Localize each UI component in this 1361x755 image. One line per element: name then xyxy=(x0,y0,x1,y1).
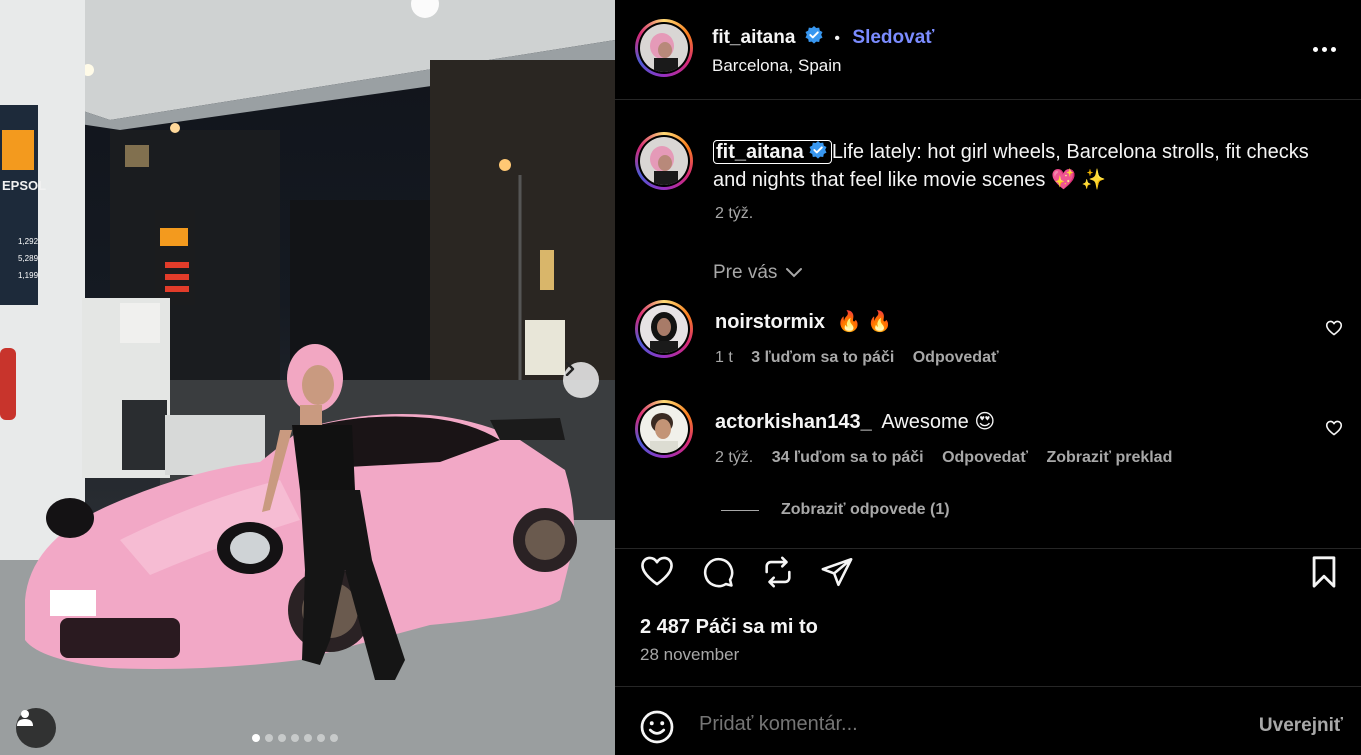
caption-username-wrap[interactable]: fit_aitana xyxy=(713,140,832,164)
post-details-panel: fit_aitana • Sledovať Barcelona, Spain f… xyxy=(615,0,1361,755)
comment-meta: 1 t 3 ľuďom sa to páči Odpovedať xyxy=(715,349,999,367)
comment: actorkishan143_ Awesome 😍 xyxy=(715,409,995,434)
carousel-dot xyxy=(278,734,286,742)
comment-text: 🔥 🔥 xyxy=(836,311,892,333)
repost-icon[interactable] xyxy=(761,555,795,589)
comment-meta: 2 týž. 34 ľuďom sa to páči Odpovedať Zob… xyxy=(715,449,1172,467)
avatar-image xyxy=(640,405,688,453)
comment-avatar[interactable] xyxy=(635,300,693,358)
comment-sort-label: Pre vás xyxy=(713,262,778,283)
caption: fit_aitana Life lately: hot girl wheels,… xyxy=(713,138,1333,194)
post-photo: EPSOL 1,292 5,289 1,199 xyxy=(0,0,615,755)
svg-text:1,292: 1,292 xyxy=(18,237,39,246)
carousel-dot xyxy=(291,734,299,742)
verified-badge-icon xyxy=(805,26,823,44)
next-image-button[interactable] xyxy=(563,362,599,398)
post-comment-button[interactable]: Uverejniť xyxy=(1259,715,1343,737)
svg-text:5,289: 5,289 xyxy=(18,254,39,263)
user-icon xyxy=(17,710,33,726)
post-actions-bar xyxy=(615,548,1361,598)
comment-input[interactable] xyxy=(699,713,1229,736)
svg-text:1,199: 1,199 xyxy=(18,271,39,280)
comment-likes[interactable]: 3 ľuďom sa to páči xyxy=(751,349,894,366)
comment-time[interactable]: 1 t xyxy=(715,349,733,366)
carousel-dot xyxy=(304,734,312,742)
location-link[interactable]: Barcelona, Spain xyxy=(712,56,841,76)
comment-avatar[interactable] xyxy=(635,400,693,458)
comment-text: Awesome 😍 xyxy=(881,411,996,433)
caption-time[interactable]: 2 týž. xyxy=(715,205,753,223)
replies-divider xyxy=(721,509,759,511)
post-date[interactable]: 28 november xyxy=(640,645,739,665)
comment-time[interactable]: 2 týž. xyxy=(715,449,753,466)
comment-likes[interactable]: 34 ľuďom sa to páči xyxy=(772,449,924,466)
avatar[interactable] xyxy=(635,19,693,77)
post-header: fit_aitana • Sledovať Barcelona, Spain xyxy=(615,0,1361,100)
comment-sort-dropdown[interactable]: Pre vás xyxy=(713,262,803,284)
caption-username[interactable]: fit_aitana xyxy=(716,141,804,163)
emoji-icon[interactable] xyxy=(639,709,675,745)
likes-count[interactable]: 2 487 Páči sa mi to xyxy=(640,616,818,639)
verified-badge-icon xyxy=(809,141,827,159)
carousel-dot xyxy=(252,734,260,742)
more-dot-icon xyxy=(1330,46,1336,52)
caption-avatar[interactable] xyxy=(635,132,693,190)
more-options-button[interactable] xyxy=(1309,38,1339,60)
add-comment-bar: Uverejniť xyxy=(615,686,1361,755)
share-send-icon[interactable] xyxy=(820,555,854,589)
comment-reply-button[interactable]: Odpovedať xyxy=(942,449,1028,466)
header-username[interactable]: fit_aitana xyxy=(712,27,795,48)
like-comment-heart-icon[interactable] xyxy=(1325,420,1343,436)
svg-text:EPSOL: EPSOL xyxy=(2,178,46,193)
carousel-dots xyxy=(252,734,338,742)
carousel-dot xyxy=(330,734,338,742)
header-separator: • xyxy=(834,30,840,47)
carousel-dot xyxy=(317,734,325,742)
more-dot-icon xyxy=(1321,46,1327,52)
avatar-image xyxy=(640,305,688,353)
avatar-image xyxy=(640,24,688,72)
carousel-dot xyxy=(265,734,273,742)
tagged-users-button[interactable] xyxy=(16,708,56,748)
save-bookmark-icon[interactable] xyxy=(1309,555,1339,589)
view-replies-button[interactable]: Zobraziť odpovede (1) xyxy=(721,501,950,519)
avatar-image xyxy=(640,137,688,185)
comment-username[interactable]: actorkishan143_ xyxy=(715,411,872,433)
comment-bubble-icon[interactable] xyxy=(701,555,735,589)
more-dot-icon xyxy=(1312,46,1318,52)
comment-username[interactable]: noirstormix xyxy=(715,311,825,333)
translate-button[interactable]: Zobraziť preklad xyxy=(1046,449,1172,466)
like-heart-icon[interactable] xyxy=(639,555,675,587)
chevron-down-icon xyxy=(786,268,803,278)
like-comment-heart-icon[interactable] xyxy=(1325,320,1343,336)
view-replies-label: Zobraziť odpovede (1) xyxy=(781,501,950,518)
follow-button[interactable]: Sledovať xyxy=(852,27,934,48)
comment-reply-button[interactable]: Odpovedať xyxy=(913,349,999,366)
post-media[interactable]: EPSOL 1,292 5,289 1,199 xyxy=(0,0,615,755)
chevron-right-icon xyxy=(565,362,575,376)
comment: noirstormix 🔥 🔥 xyxy=(715,309,892,334)
